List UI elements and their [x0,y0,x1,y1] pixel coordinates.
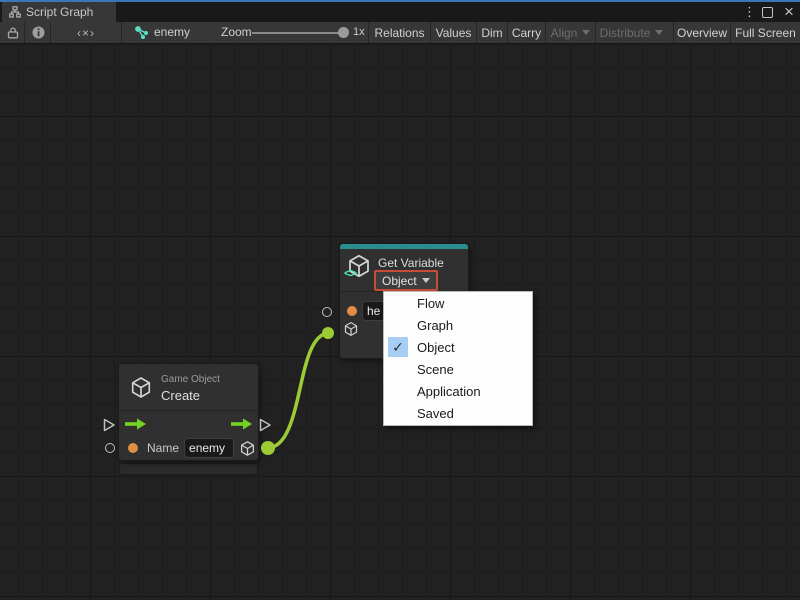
flow-input-port[interactable] [102,417,116,433]
tab-bar: Script Graph ⋮ × [0,2,800,22]
tab-label: Script Graph [26,5,93,19]
full-screen-button[interactable]: Full Screen [730,22,800,43]
zoom-value: 1x [353,22,365,43]
zoom-label: Zoom [221,22,252,43]
name-port-row: Name [119,437,258,459]
variable-kind-menu: Flow Graph ✓ Object Scene Application Sa… [383,291,533,426]
toolbar: ‹×› enemy Zoom 1x Relations Values Dim C… [0,22,800,44]
menu-item-scene[interactable]: Scene [384,359,532,381]
lock-icon [7,26,19,39]
menu-item-application[interactable]: Application [384,381,532,403]
get-variable-header: <> Get Variable Object [340,249,468,292]
values-button[interactable]: Values [430,22,476,43]
dim-button[interactable]: Dim [476,22,507,43]
flow-input-arrow-icon[interactable] [124,418,147,430]
maximize-icon[interactable] [762,7,773,18]
code-tag-icon: <> [344,266,356,280]
overview-button[interactable]: Overview [673,22,730,43]
game-object-port-icon[interactable] [239,440,256,457]
chevron-down-icon [655,30,663,35]
value-input-port[interactable] [322,307,332,317]
check-icon: ✓ [388,337,408,357]
name-port-label: Name [147,441,179,455]
chevron-down-icon [422,278,430,283]
toolbar-buttons: Relations Values Dim Carry Align Distrib… [368,22,800,43]
game-object-port-icon[interactable] [343,321,359,337]
get-variable-title: Get Variable [378,256,444,270]
object-input-port-connected[interactable] [322,327,334,339]
align-button[interactable]: Align [545,22,595,43]
menu-item-flow[interactable]: Flow [384,292,532,314]
code-view-button[interactable]: ‹×› [55,22,117,43]
window-menu-icon[interactable]: ⋮ [743,2,753,22]
flow-output-arrow-icon[interactable] [230,418,253,430]
flow-port-row [119,411,258,437]
chevron-down-icon [582,30,590,35]
zoom-slider-track[interactable] [252,32,340,34]
value-output-port-connected[interactable] [261,441,275,455]
create-node-subtitle: Game Object [161,374,220,385]
create-node-title: Create [161,388,200,403]
value-port-dot[interactable] [347,306,357,316]
code-brackets-icon: ‹×› [77,26,95,40]
variable-kind-dropdown[interactable]: Object [374,270,438,291]
cube-icon [129,375,153,400]
graph-hierarchy-icon [9,6,21,18]
create-node[interactable]: Game Object Create Name [119,364,258,460]
graph-breadcrumb-icon [134,22,150,43]
name-input[interactable] [184,438,234,458]
close-icon[interactable]: × [782,3,796,21]
tab-script-graph[interactable]: Script Graph [2,2,116,22]
lock-button[interactable] [4,22,22,43]
carry-button[interactable]: Carry [507,22,545,43]
info-icon [32,26,45,39]
menu-item-object[interactable]: ✓ Object [384,336,532,358]
create-node-header: Game Object Create [119,364,258,411]
distribute-button[interactable]: Distribute [595,22,667,43]
value-input-port[interactable] [105,443,115,453]
create-node-footer [120,464,257,474]
menu-item-graph[interactable]: Graph [384,314,532,336]
value-port-dot[interactable] [128,443,138,453]
breadcrumb[interactable]: enemy [154,22,190,43]
flow-output-port[interactable] [258,417,272,433]
menu-item-saved[interactable]: Saved [384,403,532,425]
zoom-slider-handle[interactable] [338,27,349,38]
relations-button[interactable]: Relations [368,22,430,43]
info-button[interactable] [28,22,48,43]
variable-kind-value: Object [382,274,417,288]
